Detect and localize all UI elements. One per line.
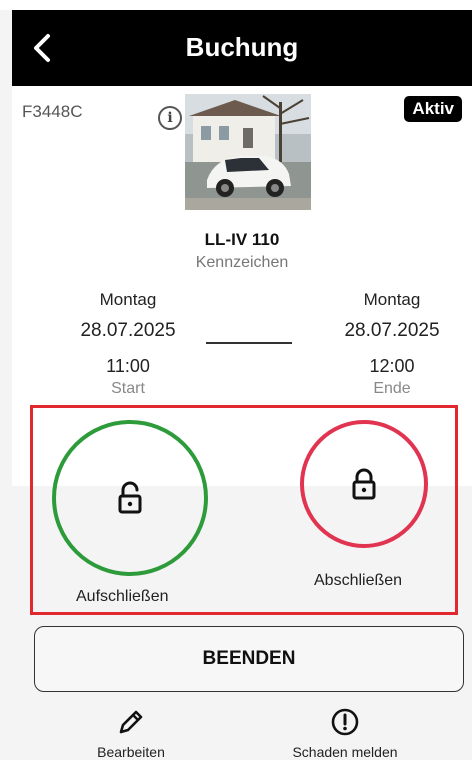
page-title: Buchung	[185, 32, 299, 62]
start-time: 11:00	[106, 356, 150, 376]
locked-padlock-icon	[352, 468, 376, 500]
lock-button[interactable]	[300, 420, 428, 548]
vehicle-code: F3448C	[22, 102, 83, 121]
license-plate-label: Kennzeichen	[195, 254, 289, 271]
end-day: Montag	[363, 290, 421, 309]
time-range-divider	[206, 342, 292, 344]
alert-circle-icon	[331, 708, 359, 736]
end-booking-button[interactable]: BEENDEN	[34, 626, 464, 692]
start-day: Montag	[99, 290, 157, 309]
start-label: Start	[111, 380, 145, 397]
app-header: Buchung	[12, 10, 472, 86]
vehicle-photo	[185, 94, 311, 210]
status-bar-area	[0, 0, 472, 10]
edit-label: Bearbeiten	[97, 744, 165, 760]
info-icon[interactable]: i	[158, 106, 182, 130]
end-date: 28.07.2025	[344, 320, 440, 341]
unlocked-padlock-icon	[118, 481, 142, 514]
unlock-button[interactable]	[52, 420, 208, 576]
status-badge: Aktiv	[404, 96, 462, 122]
report-damage-action[interactable]: Schaden melden	[280, 702, 410, 760]
report-damage-label: Schaden melden	[292, 744, 398, 760]
lock-label: Abschließen	[314, 572, 403, 589]
end-label: Ende	[373, 380, 411, 397]
end-time: 12:00	[369, 356, 415, 376]
edit-action[interactable]: Bearbeiten	[76, 702, 186, 760]
license-plate: LL-IV 110	[204, 230, 280, 249]
start-date: 28.07.2025	[80, 320, 176, 341]
unlock-label: Aufschließen	[76, 588, 169, 605]
pencil-icon	[119, 710, 143, 734]
